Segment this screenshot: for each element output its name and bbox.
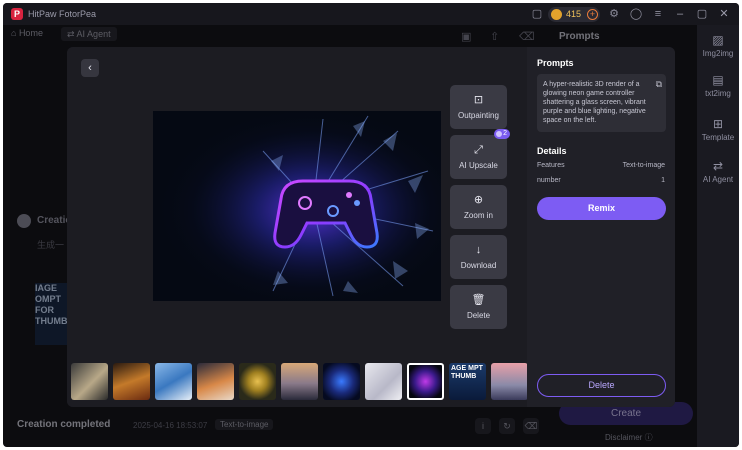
upscale-icon: ⤢ <box>474 144 483 156</box>
rail-item-ai-agent[interactable]: ⇄ AI Agent <box>697 159 739 184</box>
thumbnail[interactable]: AGE MPT THUMB <box>449 363 486 400</box>
main-image <box>153 111 441 301</box>
prompt-text: A hyper-realistic 3D render of a glowing… <box>543 81 646 124</box>
ai-upscale-button[interactable]: ⤢ AI Upscale <box>450 135 507 179</box>
back-button[interactable]: ‹ <box>81 59 99 77</box>
credits-badge[interactable]: 415 + <box>548 7 600 22</box>
title-bar: P HitPaw FotorPea ▢ 415 + ⚙ ◯ ≡ – ▢ ✕ <box>3 3 739 25</box>
minimize-icon[interactable]: – <box>673 7 687 21</box>
back-icon: ‹ <box>88 62 92 74</box>
number-label: number <box>537 177 561 184</box>
thumbnail[interactable] <box>323 363 360 400</box>
thumbnail[interactable] <box>155 363 192 400</box>
image-viewer: ‹ ⊡ Outpainting ⤢ AI Upscale 2 ⊕ Zoom in… <box>67 47 528 407</box>
thumbnail[interactable] <box>407 363 444 400</box>
user-icon[interactable]: ◯ <box>629 7 643 21</box>
thumbnail[interactable] <box>71 363 108 400</box>
zoom-in-button[interactable]: ⊕ Zoom in <box>450 185 507 229</box>
features-value: Text-to-image <box>622 162 665 169</box>
features-label: Features <box>537 162 565 169</box>
rail-item-txt2img[interactable]: ▤ txt2img <box>697 73 739 98</box>
copy-icon[interactable]: ⧉ <box>656 79 662 90</box>
number-value: 1 <box>661 177 665 184</box>
outpainting-button[interactable]: ⊡ Outpainting <box>450 85 507 129</box>
prompts-title: Prompts <box>537 58 574 68</box>
agent-icon: ⇄ <box>712 159 724 173</box>
thumbnail[interactable] <box>491 363 528 400</box>
upscale-credit-badge: 2 <box>494 129 510 139</box>
thumbnail-text: AGE MPT THUMB <box>451 365 483 380</box>
settings-icon[interactable]: ⚙ <box>607 7 621 21</box>
add-credits-icon[interactable]: + <box>587 9 598 20</box>
credit-dot-icon <box>496 131 502 137</box>
rail-item-template[interactable]: ⊞ Template <box>697 117 739 142</box>
neon-controller-image <box>153 111 441 301</box>
rail-item-img2img[interactable]: ▨ Img2img <box>697 33 739 58</box>
details-panel: Prompts A hyper-realistic 3D render of a… <box>527 47 675 407</box>
download-button[interactable]: ↓ Download <box>450 235 507 279</box>
thumbnail-strip: AGE MPT THUMB <box>67 361 528 401</box>
coin-icon <box>551 9 562 20</box>
zoom-in-icon: ⊕ <box>473 194 484 206</box>
thumbnail[interactable] <box>197 363 234 400</box>
template-icon: ⊞ <box>712 117 724 131</box>
delete-tool-button[interactable]: 🗑 Delete <box>450 285 507 329</box>
maximize-icon[interactable]: ▢ <box>695 7 709 21</box>
delete-button[interactable]: Delete <box>537 374 666 397</box>
thumbnail[interactable] <box>239 363 276 400</box>
download-icon: ↓ <box>475 244 482 256</box>
app-logo: P <box>11 8 23 20</box>
thumbnail[interactable] <box>281 363 318 400</box>
trash-icon: 🗑 <box>471 294 486 306</box>
credits-count: 415 <box>566 9 582 19</box>
image-detail-modal: ‹ ⊡ Outpainting ⤢ AI Upscale 2 ⊕ Zoom in… <box>67 47 675 407</box>
remix-button[interactable]: Remix <box>537 197 666 220</box>
app-title: HitPaw FotorPea <box>28 9 97 19</box>
thumbnail[interactable] <box>365 363 402 400</box>
close-icon[interactable]: ✕ <box>717 7 731 21</box>
thumbnail[interactable] <box>113 363 150 400</box>
right-rail: ▨ Img2img ▤ txt2img ⊞ Template ⇄ AI Agent <box>697 25 739 447</box>
prompt-box: A hyper-realistic 3D render of a glowing… <box>537 74 666 132</box>
chat-icon[interactable]: ▢ <box>530 7 544 21</box>
details-title: Details <box>537 146 567 156</box>
outpainting-icon: ⊡ <box>473 94 484 106</box>
menu-icon[interactable]: ≡ <box>651 7 665 21</box>
text-image-icon: ▤ <box>712 73 724 87</box>
image-icon: ▨ <box>712 33 724 47</box>
